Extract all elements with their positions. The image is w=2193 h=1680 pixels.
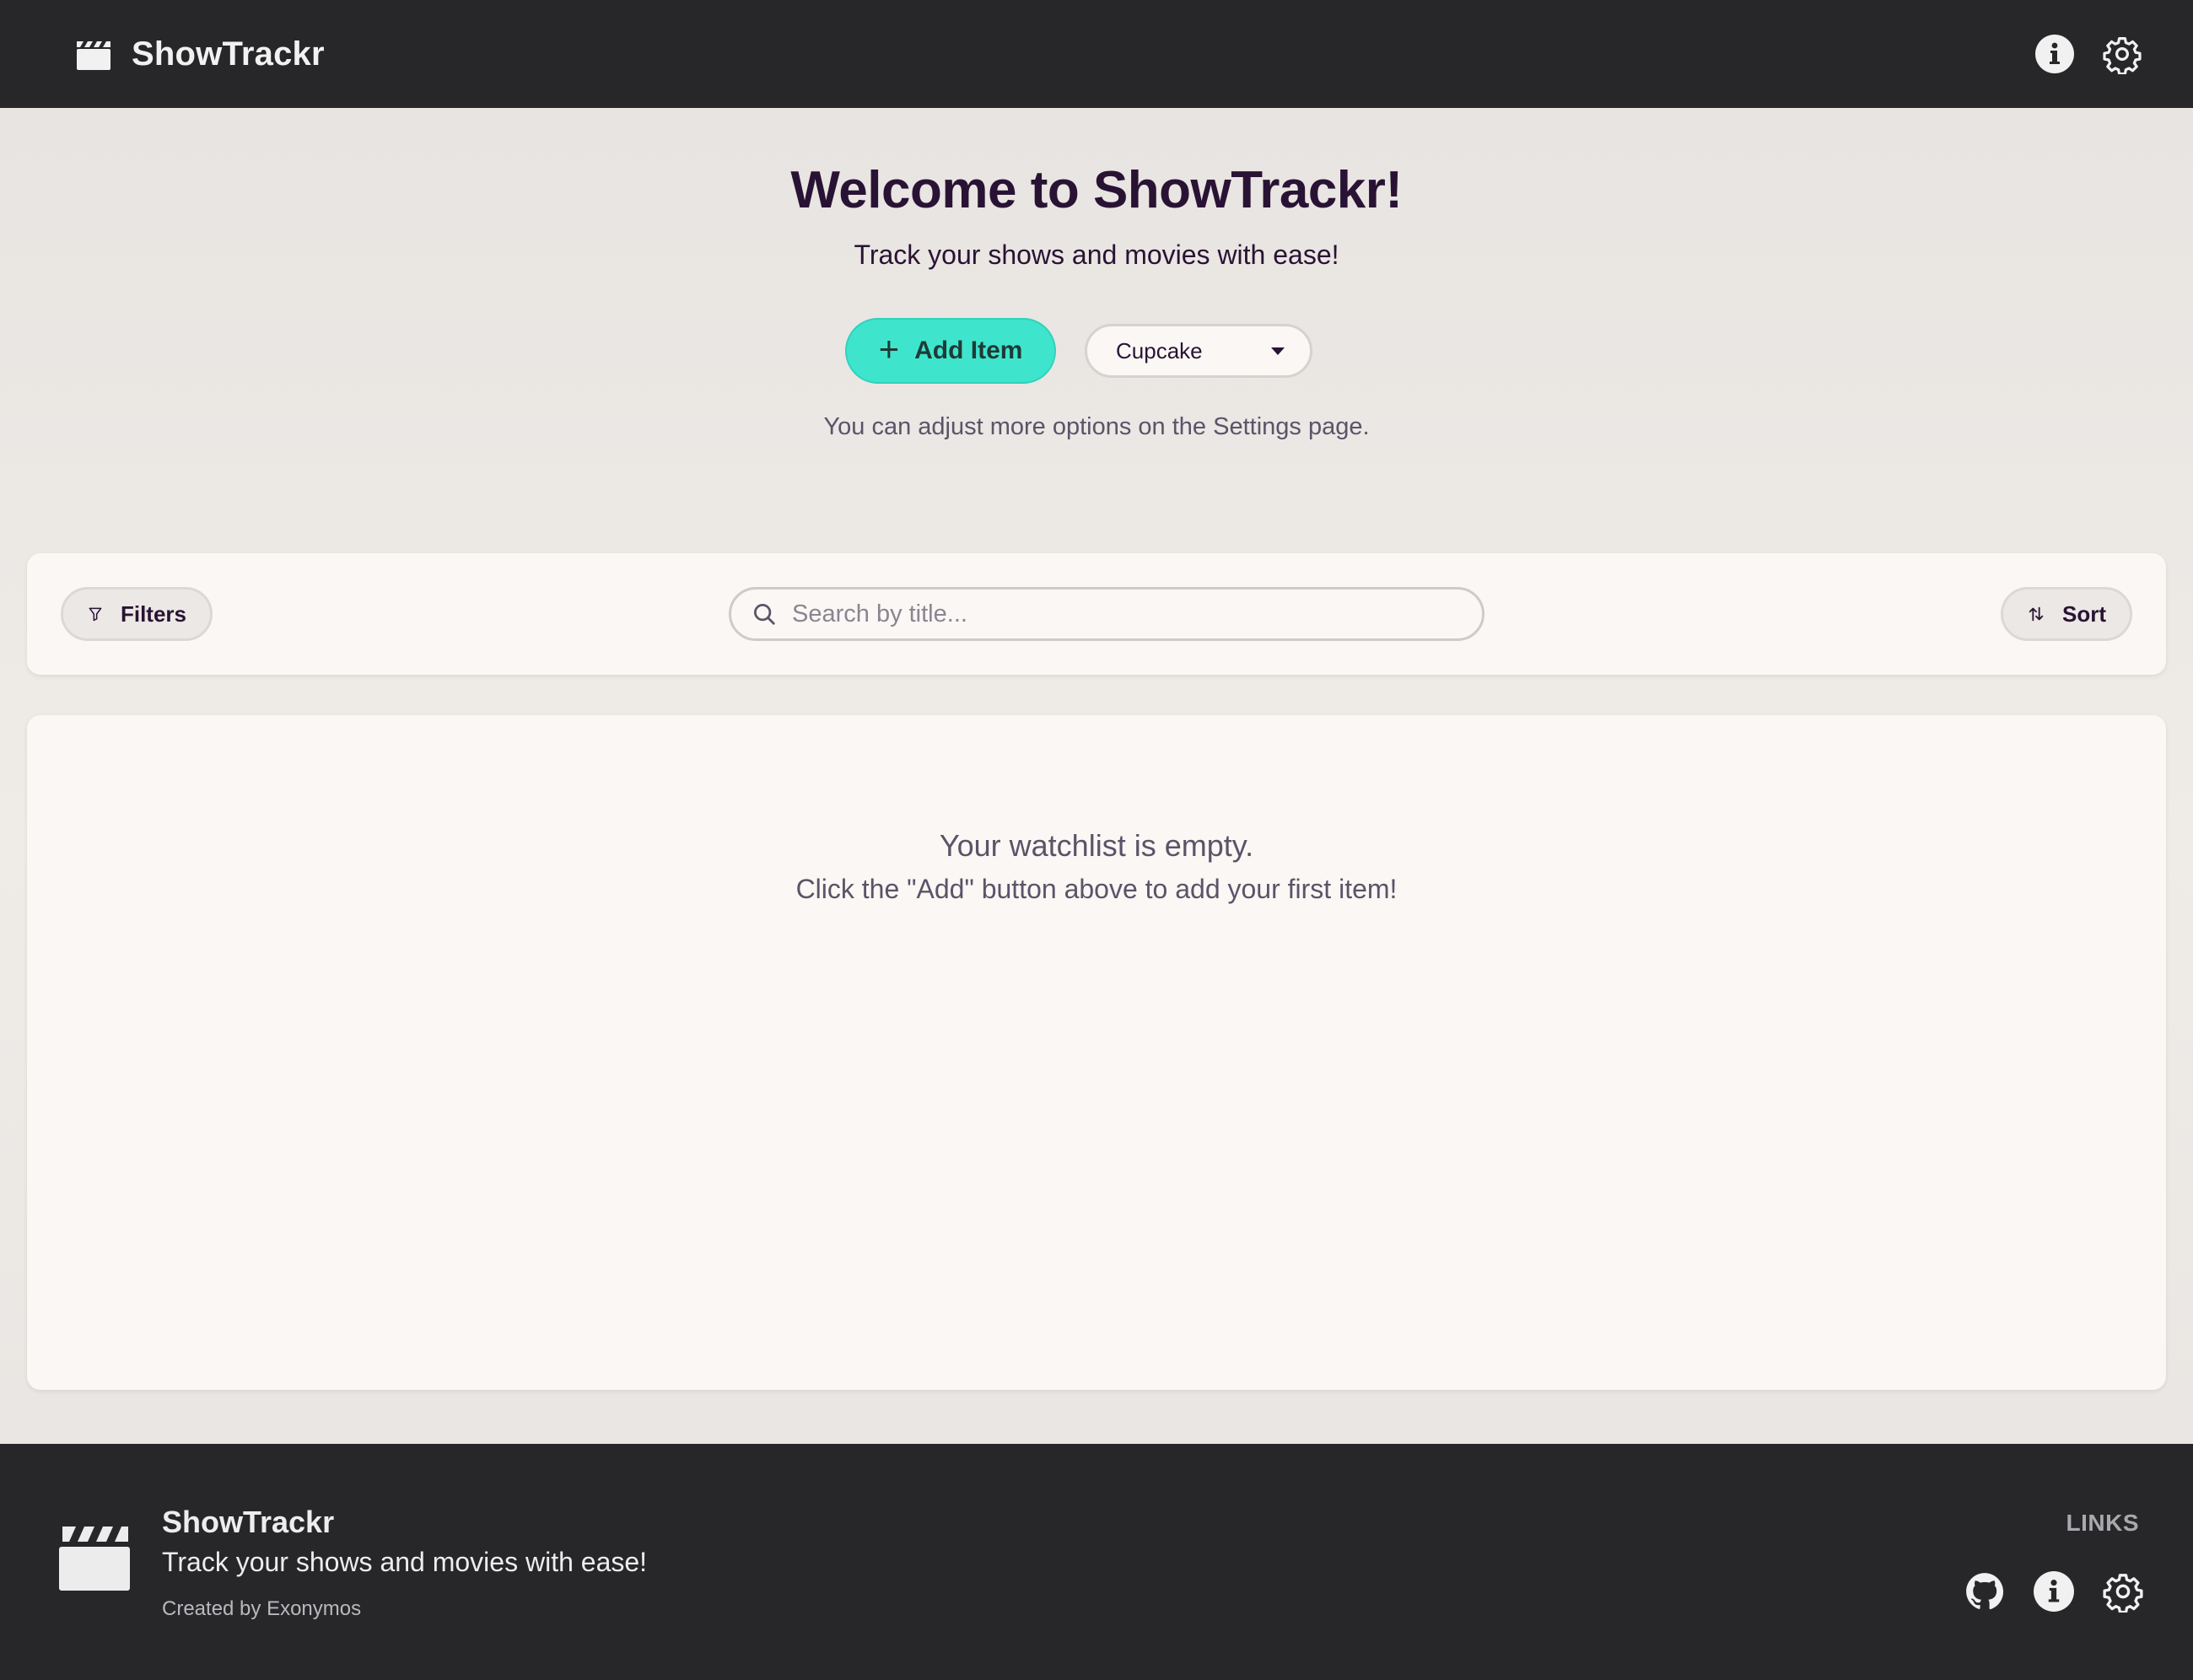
info-icon	[2035, 35, 2074, 73]
gear-icon	[2103, 1574, 2143, 1613]
navbar-actions	[2034, 34, 2142, 74]
info-button[interactable]	[2034, 34, 2075, 74]
filters-label: Filters	[120, 600, 186, 627]
add-item-label: Add Item	[914, 337, 1023, 364]
brand-link[interactable]: ShowTrackr	[76, 35, 325, 73]
footer-tagline: Track your shows and movies with ease!	[162, 1547, 648, 1577]
clapperboard-icon	[77, 41, 110, 70]
search-input[interactable]	[792, 600, 1462, 628]
page-title: Welcome to ShowTrackr!	[790, 161, 1403, 219]
search-field[interactable]	[729, 587, 1484, 641]
settings-button[interactable]	[2102, 34, 2142, 74]
empty-state-title: Your watchlist is empty.	[939, 828, 1254, 863]
filter-icon	[89, 607, 102, 622]
footer-credit: Created by Exonymos	[162, 1597, 362, 1620]
add-item-button[interactable]: + Add Item	[845, 318, 1056, 384]
footer-settings-link[interactable]	[2102, 1570, 2144, 1613]
footer-links-heading: LINKS	[2066, 1510, 2139, 1536]
sort-button[interactable]: Sort	[2001, 587, 2132, 641]
theme-select[interactable]: Cupcake	[1085, 324, 1312, 378]
chevron-down-icon	[1271, 347, 1285, 355]
empty-state-message: Click the "Add" button above to add your…	[795, 874, 1398, 904]
info-icon	[2034, 1571, 2074, 1612]
github-icon	[1966, 1573, 2004, 1610]
site-footer: ShowTrackr Track your shows and movies w…	[0, 1444, 2193, 1680]
clapperboard-icon	[59, 1527, 130, 1591]
github-link[interactable]	[1964, 1570, 2006, 1613]
gear-icon	[2103, 37, 2142, 74]
hero-subtitle: Track your shows and movies with ease!	[854, 240, 1339, 270]
sort-icon	[2029, 606, 2044, 622]
watchlist-panel: Your watchlist is empty. Click the "Add"…	[27, 715, 2166, 1390]
footer-info-link[interactable]	[2033, 1570, 2075, 1613]
filters-button[interactable]: Filters	[61, 587, 213, 641]
top-navbar: ShowTrackr	[0, 0, 2193, 108]
watchlist-toolbar: Filters Sort	[27, 553, 2166, 675]
app-title: ShowTrackr	[132, 35, 325, 73]
footer-links	[1964, 1570, 2144, 1613]
sort-label: Sort	[2062, 600, 2106, 627]
footer-app-name: ShowTrackr	[162, 1505, 335, 1539]
settings-hint: You can adjust more options on the Setti…	[823, 413, 1370, 440]
plus-icon: +	[878, 329, 900, 369]
search-icon	[754, 604, 775, 625]
theme-select-value: Cupcake	[1116, 337, 1203, 363]
